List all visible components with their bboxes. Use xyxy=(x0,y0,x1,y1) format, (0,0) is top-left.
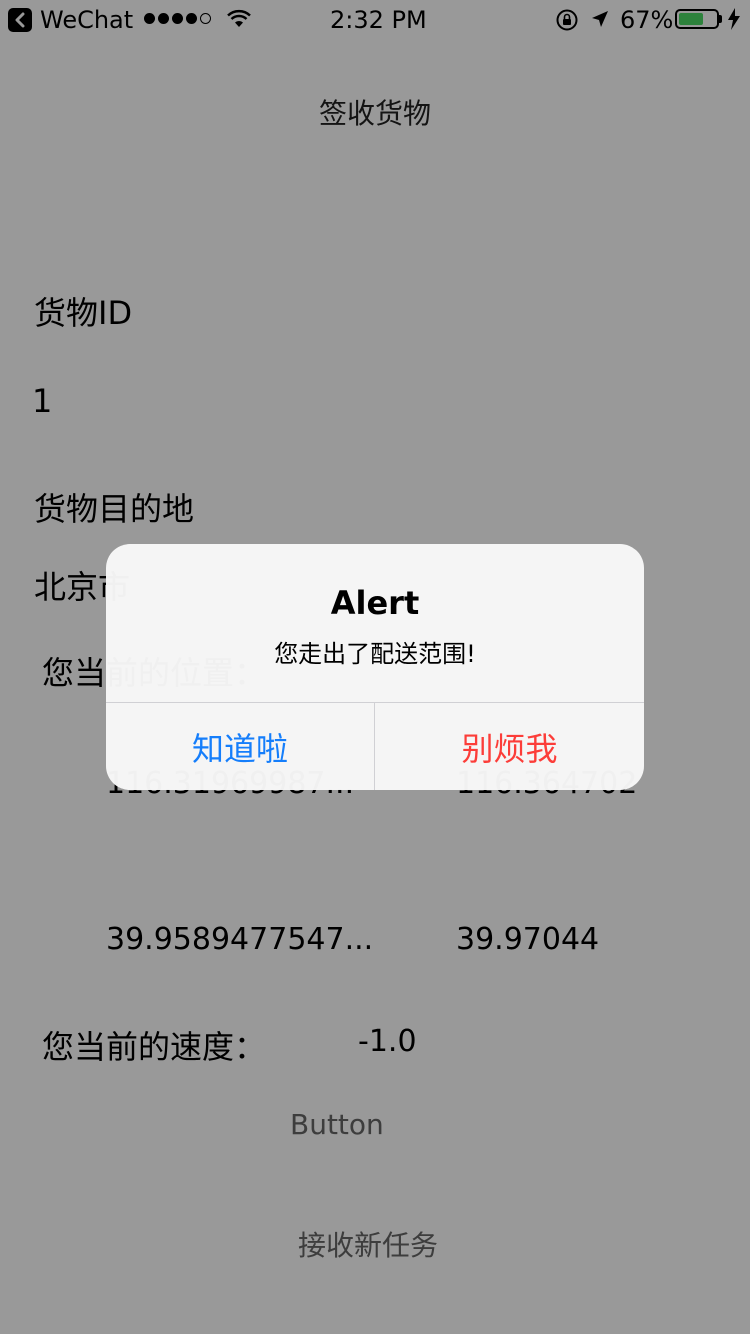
alert-dismiss-button[interactable]: 别烦我 xyxy=(375,703,644,790)
alert-message: 您走出了配送范围! xyxy=(274,640,476,668)
alert-ok-button[interactable]: 知道啦 xyxy=(106,703,374,790)
alert-title: Alert xyxy=(330,584,420,622)
app-screen: WeChat 2:32 PM 67% 签收货物 货物ID 1 货物目的地 北京市… xyxy=(0,0,750,1334)
alert-dialog: Alert 您走出了配送范围! 知道啦 别烦我 xyxy=(106,544,644,790)
